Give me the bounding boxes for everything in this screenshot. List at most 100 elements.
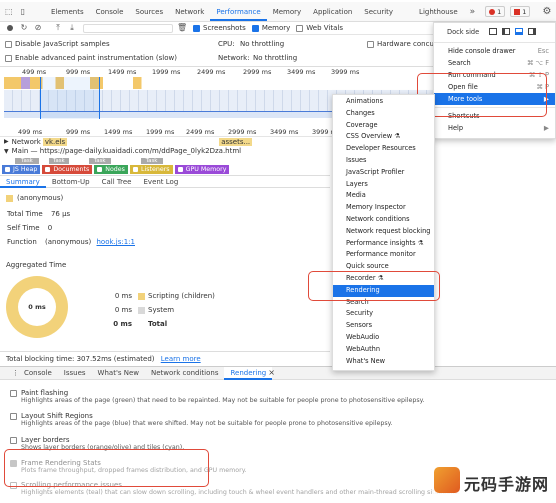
advanced-paint-checkbox[interactable]: Enable advanced paint instrumentation (s… bbox=[5, 54, 177, 62]
menu-search[interactable]: Search ⌘ ⌥ F bbox=[434, 57, 555, 69]
tool-issues[interactable]: Issues bbox=[333, 155, 434, 167]
tool-network-conditions[interactable]: Network conditions bbox=[333, 214, 434, 226]
settings-gear-icon[interactable]: ⚙ bbox=[542, 6, 551, 17]
warning-badge[interactable]: 1 bbox=[510, 6, 531, 17]
trash-icon[interactable]: 🗑 bbox=[177, 23, 187, 33]
checkbox-checked-icon bbox=[193, 24, 200, 32]
drawer-tab-issues[interactable]: Issues bbox=[58, 367, 92, 380]
menu-hide-console-drawer[interactable]: Hide console drawer Esc bbox=[434, 45, 555, 57]
network-request-bar[interactable]: assets... bbox=[219, 137, 253, 146]
drawer-menu-icon[interactable]: ⋮ bbox=[6, 364, 19, 382]
tab-elements[interactable]: Elements bbox=[45, 3, 90, 21]
drawer-tab-close-icon[interactable]: × bbox=[268, 364, 275, 382]
tab-summary[interactable]: Summary bbox=[0, 176, 46, 188]
tab-memory[interactable]: Memory bbox=[267, 3, 307, 21]
tool-javascript-profiler[interactable]: JavaScript Profiler bbox=[333, 167, 434, 179]
tool-animations[interactable]: Animations bbox=[333, 96, 434, 108]
option-title: Paint flashing bbox=[21, 389, 69, 397]
aggregated-label: Scripting (children) bbox=[148, 292, 215, 300]
system-swatch bbox=[138, 306, 145, 314]
tab-application[interactable]: Application bbox=[307, 3, 358, 21]
tab-sources[interactable]: Sources bbox=[129, 3, 169, 21]
dock-right-icon[interactable] bbox=[528, 28, 537, 35]
tool-css-overview[interactable]: CSS Overview ⚗ bbox=[333, 131, 434, 143]
legend-listeners[interactable]: Listeners bbox=[129, 165, 173, 174]
legend-nodes[interactable]: Nodes bbox=[94, 165, 128, 174]
disable-js-checkbox[interactable]: Disable JavaScript samples bbox=[5, 40, 110, 48]
frame-stats-highlight bbox=[4, 449, 209, 487]
task-block[interactable]: Task bbox=[48, 158, 69, 164]
selection-window[interactable] bbox=[40, 77, 100, 119]
tab-call-tree[interactable]: Call Tree bbox=[96, 176, 138, 188]
tool-changes[interactable]: Changes bbox=[333, 108, 434, 120]
drawer-tab-rendering[interactable]: Rendering bbox=[224, 366, 273, 380]
task-block[interactable]: Task bbox=[15, 158, 39, 164]
tool-memory-inspector[interactable]: Memory Inspector bbox=[333, 202, 434, 214]
tool-performance-monitor[interactable]: Performance monitor bbox=[333, 249, 434, 261]
tool-media[interactable]: Media bbox=[333, 190, 434, 202]
drawer-tab-console[interactable]: Console bbox=[18, 367, 58, 380]
dock-bottom-icon[interactable] bbox=[515, 28, 524, 35]
menu-help[interactable]: Help ▶ bbox=[434, 122, 555, 134]
drawer-tab-whats-new[interactable]: What's New bbox=[92, 367, 145, 380]
network-throttle-select[interactable]: No throttling bbox=[253, 54, 297, 62]
tab-security[interactable]: Security bbox=[358, 3, 399, 21]
network-request-bar[interactable]: vk.els bbox=[42, 137, 68, 146]
scripting-swatch bbox=[138, 292, 145, 300]
function-label: Function bbox=[7, 238, 37, 246]
tab-event-log[interactable]: Event Log bbox=[138, 176, 185, 188]
tool-security[interactable]: Security bbox=[333, 308, 434, 320]
legend-gpu-memory[interactable]: GPU Memory bbox=[174, 165, 230, 174]
dock-undock-icon[interactable] bbox=[489, 28, 498, 35]
tick-bottom: 2999 ms bbox=[228, 128, 257, 136]
record-icon[interactable] bbox=[7, 25, 13, 31]
self-time-label: Self Time bbox=[7, 224, 40, 232]
shortcut-hint: Esc bbox=[537, 47, 549, 55]
tool-layers[interactable]: Layers bbox=[333, 179, 434, 191]
task-block[interactable]: Task bbox=[88, 158, 111, 164]
tab-lighthouse[interactable]: Lighthouse bbox=[413, 3, 464, 21]
tool-developer-resources[interactable]: Developer Resources bbox=[333, 143, 434, 155]
expand-triangle-icon[interactable]: ▶ bbox=[4, 138, 9, 145]
tab-bottom-up[interactable]: Bottom-Up bbox=[46, 176, 96, 188]
screenshots-checkbox[interactable]: Screenshots bbox=[193, 24, 246, 32]
learn-more-link[interactable]: Learn more bbox=[161, 355, 201, 363]
checkbox-unchecked-icon[interactable] bbox=[10, 436, 17, 444]
tool-webauthn[interactable]: WebAuthn bbox=[333, 344, 434, 356]
tool-webaudio[interactable]: WebAudio bbox=[333, 332, 434, 344]
inspect-icon[interactable]: ⬚ bbox=[5, 7, 13, 17]
more-tabs-button[interactable]: » bbox=[470, 7, 476, 17]
tab-network[interactable]: Network bbox=[169, 3, 210, 21]
legend-label: Nodes bbox=[105, 166, 125, 173]
reload-record-icon[interactable]: ↻ bbox=[19, 23, 29, 33]
tab-console[interactable]: Console bbox=[90, 3, 130, 21]
tool-whats-new[interactable]: What's New bbox=[333, 356, 434, 368]
checkbox-unchecked-icon[interactable] bbox=[10, 412, 17, 420]
tool-performance-insights[interactable]: Performance insights ⚗ bbox=[333, 238, 434, 250]
legend-documents[interactable]: Documents bbox=[42, 165, 93, 174]
function-link[interactable]: hook.js:1:1 bbox=[97, 238, 136, 246]
task-block[interactable]: Task bbox=[140, 158, 163, 164]
download-icon[interactable]: ⤓ bbox=[67, 23, 77, 33]
legend-js-heap[interactable]: JS Heap bbox=[2, 165, 41, 174]
dock-left-icon[interactable] bbox=[502, 28, 511, 35]
tool-network-request-blocking[interactable]: Network request blocking bbox=[333, 226, 434, 238]
tool-sensors[interactable]: Sensors bbox=[333, 320, 434, 332]
clear-icon[interactable]: ⊘ bbox=[33, 23, 43, 33]
tool-coverage[interactable]: Coverage bbox=[333, 120, 434, 132]
memory-checkbox[interactable]: Memory bbox=[251, 24, 290, 32]
drawer-tab-network-conditions[interactable]: Network conditions bbox=[145, 367, 224, 380]
collapse-triangle-icon[interactable]: ▼ bbox=[4, 148, 9, 155]
recording-select[interactable] bbox=[83, 23, 173, 33]
error-badge[interactable]: 1 bbox=[485, 6, 506, 17]
rendering-option[interactable]: Layout Shift Regions Highlights areas of… bbox=[10, 412, 470, 434]
rendering-option[interactable]: Paint flashing Highlights areas of the p… bbox=[10, 389, 470, 411]
total-time-label: Total Time bbox=[7, 210, 43, 218]
devtools-tabs: Elements Console Sources Network Perform… bbox=[45, 3, 464, 21]
web-vitals-checkbox[interactable]: Web Vitals bbox=[296, 24, 343, 32]
device-toggle-icon[interactable]: ▯ bbox=[21, 7, 25, 17]
tab-performance[interactable]: Performance bbox=[210, 3, 267, 21]
cpu-throttle-select[interactable]: No throttling bbox=[240, 40, 284, 48]
checkbox-unchecked-icon[interactable] bbox=[10, 389, 17, 397]
upload-icon[interactable]: ⤒ bbox=[53, 23, 63, 33]
